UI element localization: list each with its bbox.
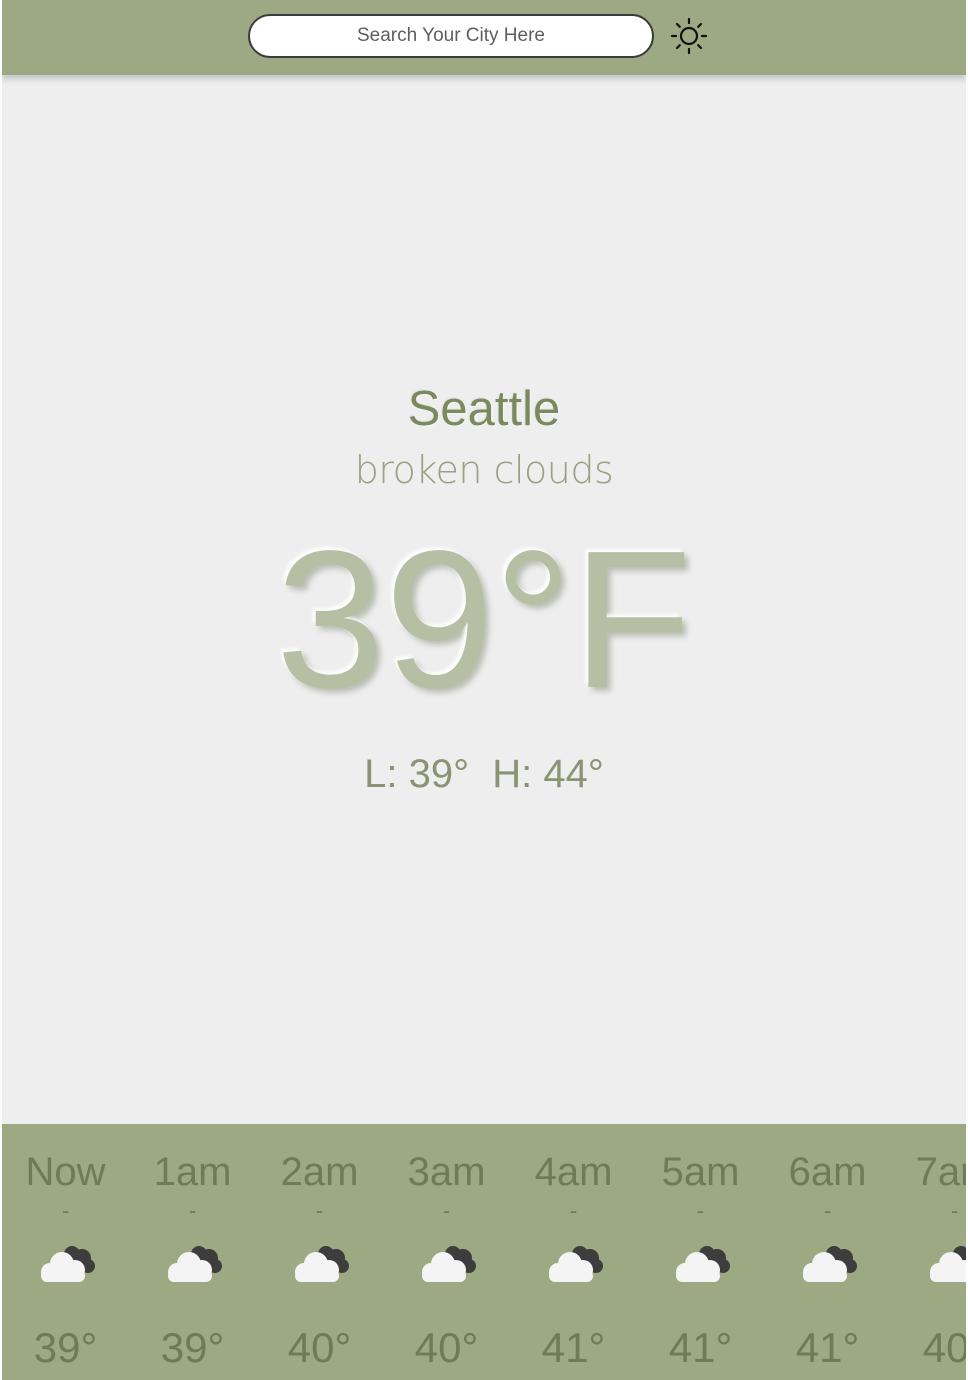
broken-clouds-icon: [290, 1242, 350, 1286]
top-bar: [2, 0, 966, 75]
forecast-hour-label: 4am: [534, 1150, 613, 1194]
forecast-hour-label: 5am: [661, 1150, 740, 1194]
forecast-hour-item: 4am - 41°: [510, 1124, 637, 1380]
forecast-hour-label: 3am: [407, 1150, 486, 1194]
forecast-hour-temp: 39°: [33, 1324, 98, 1371]
hourly-forecast[interactable]: Now - 39° 1am - 39° 2am - 40° 3am - 40° …: [2, 1124, 966, 1380]
forecast-hour-label: Now: [25, 1150, 106, 1194]
broken-clouds-icon: [163, 1242, 223, 1286]
forecast-hour-temp: 41°: [795, 1324, 860, 1371]
forecast-hour-item: 6am - 41°: [764, 1124, 891, 1380]
broken-clouds-icon: [798, 1242, 858, 1286]
forecast-hour-dash: -: [696, 1198, 705, 1223]
low-temp: L: 39°: [364, 752, 470, 796]
forecast-hour-dash: -: [823, 1198, 832, 1223]
forecast-hour-dash: -: [61, 1198, 70, 1223]
sun-icon[interactable]: [669, 16, 709, 56]
forecast-hour-label: 1am: [153, 1150, 232, 1194]
forecast-hour-temp: 41°: [668, 1324, 733, 1371]
forecast-hour-label: 6am: [788, 1150, 867, 1194]
broken-clouds-icon: [925, 1242, 966, 1286]
forecast-hour-temp: 39°: [160, 1324, 225, 1371]
forecast-hour-item: 5am - 41°: [637, 1124, 764, 1380]
forecast-hour-temp: 40°: [414, 1324, 479, 1371]
broken-clouds-icon: [36, 1242, 96, 1286]
current-temperature: 39°F: [275, 510, 693, 729]
high-temp: H: 44°: [492, 752, 604, 796]
forecast-hour-item: 3am - 40°: [383, 1124, 510, 1380]
weather-description: broken clouds: [354, 448, 614, 492]
forecast-hour-dash: -: [188, 1198, 197, 1223]
forecast-hour-item: 7am - 40°: [891, 1124, 966, 1380]
forecast-hour-item: 1am - 39°: [129, 1124, 256, 1380]
forecast-hour-dash: -: [569, 1198, 578, 1223]
low-high-temps: L: 39° H: 44°: [2, 752, 966, 797]
broken-clouds-icon: [671, 1242, 731, 1286]
forecast-hour-label: 7am: [915, 1150, 966, 1194]
city-name: Seattle: [407, 382, 561, 436]
broken-clouds-icon: [417, 1242, 477, 1286]
forecast-hour-label: 2am: [280, 1150, 359, 1194]
forecast-hour-dash: -: [950, 1198, 959, 1223]
forecast-hour-dash: -: [442, 1198, 451, 1223]
current-weather: Seattle broken clouds 39°F L: 39° H: 44°: [2, 75, 966, 1123]
broken-clouds-icon: [544, 1242, 604, 1286]
forecast-hour-item: 2am - 40°: [256, 1124, 383, 1380]
forecast-hour-item: Now - 39°: [2, 1124, 129, 1380]
forecast-hour-temp: 40°: [922, 1324, 966, 1371]
forecast-hour-temp: 41°: [541, 1324, 606, 1371]
forecast-hour-dash: -: [315, 1198, 324, 1223]
weather-app: Seattle broken clouds 39°F L: 39° H: 44°…: [2, 0, 966, 1380]
city-search-input[interactable]: [248, 14, 654, 58]
forecast-hour-temp: 40°: [287, 1324, 352, 1371]
